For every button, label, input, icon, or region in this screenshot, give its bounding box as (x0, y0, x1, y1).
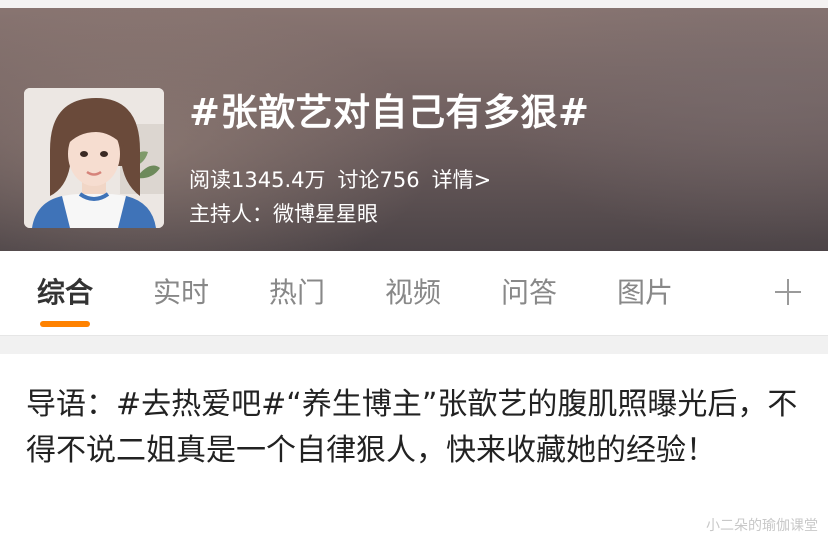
topic-page: #张歆艺对自己有多狠# 阅读1345.4万 讨论756 详情> 主持人：微博星星眼 … (0, 0, 828, 545)
tab-realtime[interactable]: 实时 (153, 273, 209, 313)
section-divider (0, 336, 828, 354)
read-count: 阅读1345.4万 (189, 168, 326, 192)
status-strip (0, 0, 828, 8)
tab-bar: 综合 实时 热门 视频 问答 图片 (0, 251, 828, 336)
plus-icon[interactable] (772, 272, 804, 312)
tab-hot[interactable]: 热门 (269, 273, 325, 313)
topic-title: #张歆艺对自己有多狠# (189, 91, 590, 134)
tab-video[interactable]: 视频 (385, 273, 441, 313)
topic-avatar[interactable] (24, 88, 164, 228)
topic-header: #张歆艺对自己有多狠# 阅读1345.4万 讨论756 详情> 主持人：微博星星眼 (0, 0, 828, 251)
topic-host[interactable]: 主持人：微博星星眼 (189, 199, 378, 229)
tab-qa[interactable]: 问答 (501, 273, 557, 313)
watermark: 小二朵的瑜伽课堂 (706, 518, 818, 534)
details-link[interactable]: 详情> (432, 168, 492, 192)
topic-intro: 导语：#去热爱吧#“养生博主”张歆艺的腹肌照曝光后，不得不说二姐真是一个自律狠人… (26, 387, 798, 468)
topic-stats: 阅读1345.4万 讨论756 详情> (189, 165, 503, 195)
avatar-portrait-image (24, 88, 164, 228)
tab-images[interactable]: 图片 (617, 273, 673, 313)
discussion-count: 讨论756 (337, 168, 420, 192)
tab-comprehensive[interactable]: 综合 (37, 273, 93, 313)
active-tab-indicator (40, 321, 90, 327)
